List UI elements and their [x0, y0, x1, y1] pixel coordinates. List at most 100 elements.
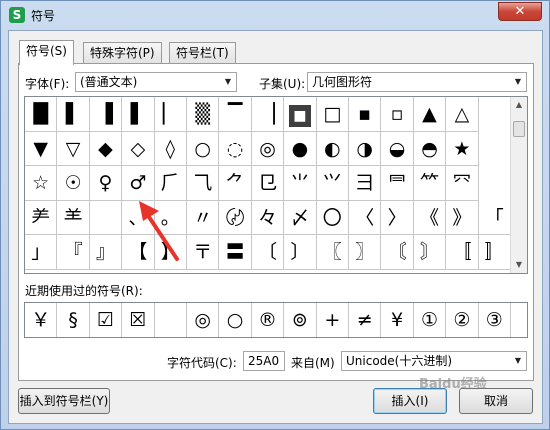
insert-to-symbol-bar-button[interactable]: 插入到符号栏(Y)	[18, 388, 110, 414]
symbol-cell[interactable]: 〉	[381, 200, 414, 236]
symbol-cell[interactable]: ◎	[251, 131, 285, 167]
symbol-cell[interactable]: 〈	[349, 200, 382, 236]
symbol-cell[interactable]: ⺕	[349, 166, 382, 201]
symbol-cell[interactable]: ⺍	[316, 166, 349, 201]
symbol-cell[interactable]: ▌	[122, 97, 155, 132]
scroll-up-arrow-icon[interactable]: ▲	[511, 97, 527, 113]
recent-symbol-cell[interactable]: +	[317, 303, 349, 337]
symbol-cell[interactable]: 『	[57, 235, 90, 270]
symbol-cell[interactable]: 。	[154, 200, 187, 236]
symbol-cell[interactable]: ⺮	[413, 166, 447, 201]
recent-symbol-cell[interactable]: ≠	[349, 303, 382, 337]
symbol-cell[interactable]: ▼	[25, 131, 58, 167]
recent-symbol-cell[interactable]: ￥	[25, 303, 58, 337]
symbol-cell[interactable]: ★	[446, 131, 479, 167]
symbol-cell[interactable]: 」	[25, 235, 58, 270]
symbol-cell[interactable]: 〕	[284, 235, 317, 270]
symbol-cell[interactable]: 〘	[381, 235, 414, 270]
symbol-cell[interactable]: ◊	[154, 131, 187, 167]
recent-symbol-cell[interactable]: ¥	[381, 303, 414, 337]
symbol-cell[interactable]: 〖	[316, 235, 349, 270]
symbol-cell[interactable]: ▫	[381, 97, 414, 132]
symbol-cell[interactable]: 』	[89, 235, 123, 270]
symbol-cell[interactable]: ◑	[349, 131, 382, 167]
tab-symbols[interactable]: 符号(S)	[19, 40, 74, 65]
symbol-cell[interactable]: 〙	[413, 235, 447, 270]
symbol-cell[interactable]: ◆	[89, 131, 123, 167]
tab-special-characters[interactable]: 特殊字符(P)	[83, 42, 162, 64]
symbol-cell[interactable]: ●	[284, 131, 317, 167]
symbol-cell[interactable]: ▏	[154, 97, 187, 132]
char-code-input[interactable]: 25A0	[243, 351, 285, 371]
symbol-cell[interactable]: ▲	[413, 97, 447, 132]
recent-symbol-cell[interactable]: ③	[479, 303, 511, 337]
symbol-cell[interactable]: 〛	[478, 235, 511, 270]
symbol-cell[interactable]: □	[316, 97, 349, 132]
symbol-cell[interactable]: ▒	[187, 97, 220, 132]
recent-symbol-cell[interactable]: ○	[219, 303, 252, 337]
recent-symbol-cell[interactable]: ®	[252, 303, 285, 337]
symbol-cell[interactable]: ▌	[57, 97, 90, 132]
symbol-cell[interactable]: △	[446, 97, 479, 132]
symbol-cell[interactable]: 《	[413, 200, 447, 236]
recent-symbol-cell[interactable]: ☑	[90, 303, 123, 337]
symbol-cell[interactable]: 〒	[187, 235, 220, 270]
symbol-cell[interactable]: ⺌	[284, 166, 317, 201]
symbol-cell[interactable]: ♂	[122, 166, 155, 201]
close-button[interactable]: ✕	[498, 2, 542, 21]
recent-symbol-cell[interactable]: ⊚	[284, 303, 317, 337]
symbol-cell[interactable]	[89, 200, 123, 236]
symbol-cell[interactable]: ⺶	[25, 200, 58, 236]
recent-symbol-cell[interactable]: ②	[446, 303, 479, 337]
symbol-cell[interactable]: ○	[187, 131, 220, 167]
recent-symbol-cell[interactable]: §	[57, 303, 90, 337]
symbol-cell[interactable]: ▽	[57, 131, 90, 167]
symbol-cell[interactable]: ▪	[349, 97, 382, 132]
symbol-cell[interactable]: 】	[154, 235, 187, 270]
symbol-cell[interactable]: 〔	[251, 235, 285, 270]
symbol-cell[interactable]: ⺈	[219, 166, 252, 201]
symbol-cell[interactable]: ⺜	[381, 166, 414, 201]
symbol-cell[interactable]: 〃	[187, 200, 220, 236]
symbol-cell[interactable]: ◒	[381, 131, 414, 167]
symbol-cell[interactable]: ◐	[316, 131, 349, 167]
symbol-cell[interactable]: ▕	[251, 97, 285, 132]
tab-symbol-bar[interactable]: 符号栏(T)	[169, 42, 236, 64]
recent-symbol-cell[interactable]: ◎	[187, 303, 220, 337]
symbol-cell[interactable]: █	[25, 97, 58, 132]
from-select[interactable]: Unicode(十六进制) ▼	[341, 351, 527, 371]
symbol-cell[interactable]: ☆	[25, 166, 58, 201]
symbol-cell[interactable]: ⺷	[57, 200, 90, 236]
symbol-cell[interactable]: ▔	[219, 97, 252, 132]
symbol-cell[interactable]: 〇	[316, 200, 349, 236]
recent-symbol-cell[interactable]: ☒	[122, 303, 155, 337]
symbol-cell[interactable]: 、	[122, 200, 155, 236]
font-select[interactable]: (普通文本) ▼	[75, 72, 237, 92]
symbol-cell[interactable]: 々	[251, 200, 285, 236]
title-bar[interactable]: S 符号 ✕	[1, 1, 549, 29]
scroll-down-arrow-icon[interactable]: ▼	[511, 257, 527, 273]
symbol-cell[interactable]: ◓	[413, 131, 447, 167]
recent-symbol-cell[interactable]	[155, 303, 187, 337]
symbol-cell[interactable]: ⺄	[187, 166, 220, 201]
subset-select[interactable]: 几何图形符 ▼	[307, 72, 527, 92]
symbol-cell[interactable]: ■	[284, 97, 317, 132]
symbol-cell[interactable]: ⺋	[251, 166, 285, 201]
symbol-cell[interactable]: ◌	[219, 131, 252, 167]
symbol-cell[interactable]: ⺳	[446, 166, 479, 201]
symbol-cell[interactable]: ▐	[89, 97, 123, 132]
symbol-grid-scrollbar[interactable]: ▲ ▼	[510, 97, 527, 273]
symbol-cell[interactable]: 〄	[219, 200, 252, 236]
symbol-cell[interactable]: ⺁	[154, 166, 187, 201]
symbol-cell[interactable]: 〚	[446, 235, 479, 270]
symbol-cell[interactable]: 「	[478, 200, 511, 236]
symbol-cell[interactable]: 》	[446, 200, 479, 236]
recent-symbol-cell[interactable]: ①	[414, 303, 447, 337]
symbol-cell[interactable]: ♀	[89, 166, 123, 201]
symbol-cell[interactable]: ☉	[57, 166, 90, 201]
symbol-cell[interactable]: ◇	[122, 131, 155, 167]
symbol-cell[interactable]: 〗	[349, 235, 382, 270]
symbol-cell[interactable]: 【	[122, 235, 155, 270]
scrollbar-thumb[interactable]	[513, 121, 525, 137]
symbol-cell[interactable]: 〆	[284, 200, 317, 236]
